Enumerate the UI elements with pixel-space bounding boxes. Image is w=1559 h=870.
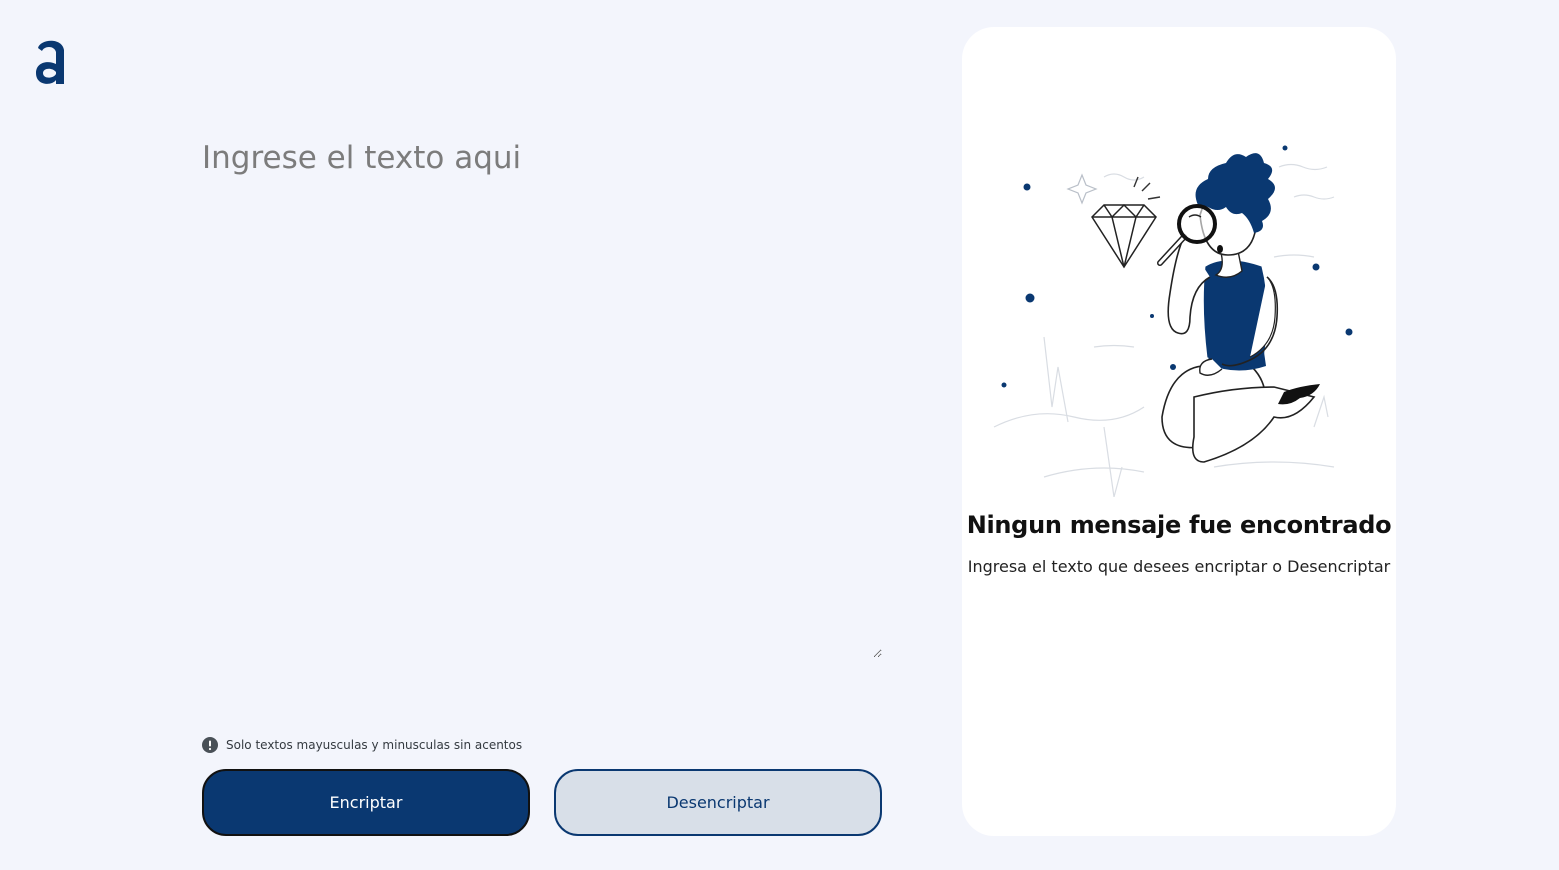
person-with-magnifying-glass-illustration <box>993 145 1353 497</box>
hint-text: Solo textos mayusculas y minusculas sin … <box>226 738 523 752</box>
encrypt-button[interactable]: Encriptar <box>202 769 530 836</box>
message-input[interactable] <box>200 138 882 658</box>
page: Solo textos mayusculas y minusculas sin … <box>0 0 1559 870</box>
alura-logo-icon[interactable] <box>32 36 72 88</box>
exclamation-circle-icon <box>202 737 218 753</box>
output-panel: Ningun mensaje fue encontrado Ingresa el… <box>962 27 1396 836</box>
hint-row: Solo textos mayusculas y minusculas sin … <box>202 737 522 753</box>
empty-state-title: Ningun mensaje fue encontrado <box>966 511 1392 539</box>
decrypt-button[interactable]: Desencriptar <box>554 769 882 836</box>
empty-state-subtitle: Ingresa el texto que desees encriptar o … <box>967 557 1391 576</box>
